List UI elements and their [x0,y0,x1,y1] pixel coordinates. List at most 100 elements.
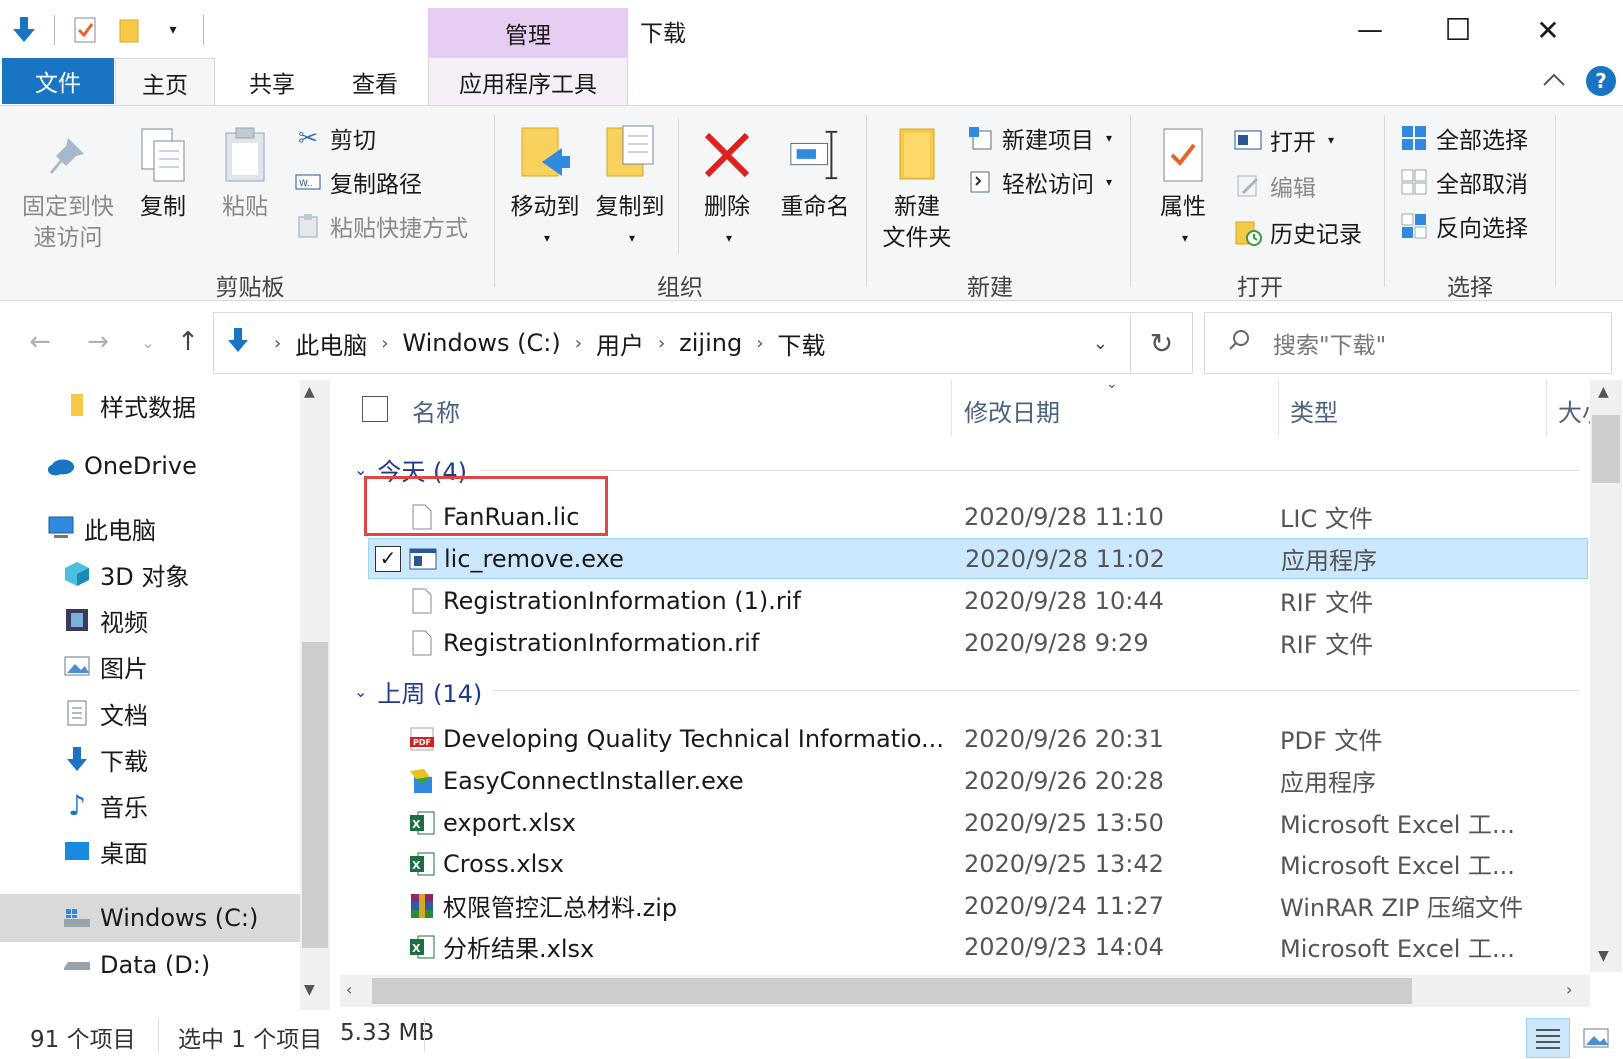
move-to-button[interactable]: 移动到 ▾ [505,122,585,254]
file-type: RIF 文件 [1280,589,1374,617]
file-row-selected[interactable]: ✓ lic_remove.exe 2020/9/28 11:02 应用程序 [368,538,1588,579]
scroll-left-arrow-icon[interactable]: ‹ [346,980,352,999]
forward-button[interactable]: → [78,322,118,362]
file-row[interactable]: X export.xlsx 2020/9/25 13:50 Microsoft … [368,802,1588,843]
file-row[interactable]: EasyConnectInstaller.exe 2020/9/26 20:28… [368,760,1588,801]
scroll-up-arrow-icon[interactable]: ▲ [1598,384,1609,400]
select-all-button[interactable]: 全部选择 [1400,118,1528,158]
column-separator[interactable] [951,380,952,436]
column-header-name[interactable]: 名称 [412,393,460,428]
breadcrumb-downloads[interactable]: 下载 [777,326,825,361]
address-dropdown-icon[interactable]: ⌄ [1093,333,1108,354]
pdf-icon: PDF [408,723,436,755]
paste-shortcut-button[interactable]: 粘贴快捷方式 [294,206,468,246]
copy-to-button[interactable]: 复制到 ▾ [590,122,670,254]
new-folder-button[interactable]: 新建 文件夹 [874,122,960,254]
column-header-type[interactable]: 类型 [1290,393,1338,428]
document-icon [62,699,92,727]
file-row[interactable]: X 分析结果.xlsx 2020/9/23 14:04 Microsoft Ex… [368,926,1588,967]
status-divider [158,1018,159,1052]
vertical-scrollbar-thumb[interactable] [1592,415,1620,483]
paste-button[interactable]: 粘贴 [210,122,280,223]
collapse-ribbon-icon[interactable] [1540,66,1568,94]
minimize-button[interactable]: — [1340,8,1400,52]
cut-button[interactable]: ✂ 剪切 [294,118,376,158]
new-folder-icon[interactable] [115,15,143,45]
copy-to-icon [602,122,658,188]
file-row[interactable]: PDF Developing Quality Technical Informa… [368,718,1588,759]
file-name: 分析结果.xlsx [443,935,595,963]
scroll-down-arrow-icon[interactable]: ▼ [304,982,315,998]
file-name: RegistrationInformation (1).rif [443,586,801,615]
row-checkbox-checked[interactable]: ✓ [375,545,401,572]
copy-icon [135,122,191,188]
large-icons-view-button[interactable] [1574,1018,1618,1058]
cloud-icon [46,452,76,480]
details-view-button[interactable] [1526,1018,1570,1058]
copy-path-label: 复制路径 [330,172,422,198]
history-button[interactable]: 历史记录 [1234,212,1362,252]
customize-dropdown-icon[interactable]: ▾ [159,15,187,45]
horizontal-scrollbar-thumb[interactable] [372,978,1412,1004]
download-arrow-icon[interactable] [10,15,38,45]
tab-app-tools[interactable]: 应用程序工具 [428,58,628,106]
file-type: PDF 文件 [1280,727,1383,755]
excel-icon: X [408,931,436,963]
select-none-button[interactable]: 全部取消 [1400,162,1528,202]
scroll-up-arrow-icon[interactable]: ▲ [304,384,315,400]
close-button[interactable]: ✕ [1518,8,1578,52]
edit-button[interactable]: 编辑 [1234,166,1316,206]
file-row[interactable]: 权限管控汇总材料.zip 2020/9/24 11:27 WinRAR ZIP … [368,885,1588,926]
search-input[interactable]: 搜索"下载" [1204,312,1612,374]
copy-path-button[interactable]: W.. 复制路径 [294,162,422,202]
tab-file[interactable]: 文件 [2,58,114,104]
breadcrumb-zijing[interactable]: zijing [679,329,742,357]
file-date: 2020/9/28 10:44 [964,586,1164,615]
breadcrumb-users[interactable]: 用户 [596,326,644,361]
address-bar[interactable]: › 此电脑 › Windows (C:) › 用户 › zijing › 下载 … [213,312,1131,374]
copy-button[interactable]: 复制 [128,122,198,223]
file-name: Cross.xlsx [443,849,564,878]
pin-label-line2: 速访问 [33,225,103,251]
recent-locations-button[interactable]: ⌄ [128,322,168,362]
scroll-down-arrow-icon[interactable]: ▼ [1598,948,1609,964]
tab-view[interactable]: 查看 [325,58,425,106]
delete-button[interactable]: 删除 ▾ [692,122,762,254]
pin-quick-access-button[interactable]: 固定到快 速访问 [18,122,118,254]
column-separator[interactable] [1278,380,1279,436]
rename-button[interactable]: 重命名 [772,122,858,223]
history-label: 历史记录 [1270,222,1362,248]
column-header-modified[interactable]: 修改日期 [964,393,1060,428]
open-button[interactable]: 打开 ▾ [1234,120,1334,160]
tab-home[interactable]: 主页 [115,58,215,106]
tab-share[interactable]: 共享 [222,58,322,106]
scroll-right-arrow-icon[interactable]: › [1566,980,1572,999]
up-button[interactable]: ↑ [168,322,208,362]
column-separator[interactable] [1546,380,1547,436]
download-icon [62,745,92,773]
desktop-icon [62,837,92,865]
breadcrumb-this-pc[interactable]: 此电脑 [295,326,367,361]
maximize-button[interactable]: ☐ [1428,8,1488,52]
file-row[interactable]: RegistrationInformation.rif 2020/9/28 9:… [368,622,1588,663]
file-row[interactable]: RegistrationInformation (1).rif 2020/9/2… [368,580,1588,621]
group-label-select: 选择 [1447,275,1493,301]
breadcrumb-windows-c[interactable]: Windows (C:) [402,329,560,357]
group-header-last-week[interactable]: ⌄ 上周 (14) [354,674,482,709]
drive-icon [62,951,92,979]
file-name: EasyConnectInstaller.exe [443,766,744,795]
invert-selection-button[interactable]: 反向选择 [1400,206,1528,246]
help-button[interactable]: ? [1586,66,1616,96]
properties-check-icon[interactable] [71,15,99,45]
select-all-checkbox[interactable] [362,396,388,422]
file-row[interactable]: X Cross.xlsx 2020/9/25 13:42 Microsoft E… [368,843,1588,884]
dropdown-arrow-icon: ▾ [1181,231,1189,245]
easy-access-button[interactable]: 轻松访问 ▾ [966,162,1112,202]
column-header-size[interactable]: 大小 [1558,393,1590,428]
properties-button[interactable]: 属性 ▾ [1142,122,1224,254]
new-item-button[interactable]: 新建项目 ▾ [966,118,1112,158]
back-button[interactable]: ← [20,322,60,362]
refresh-button[interactable]: ↻ [1131,312,1193,374]
rename-icon [787,122,843,188]
nav-scrollbar-thumb[interactable] [302,642,328,948]
